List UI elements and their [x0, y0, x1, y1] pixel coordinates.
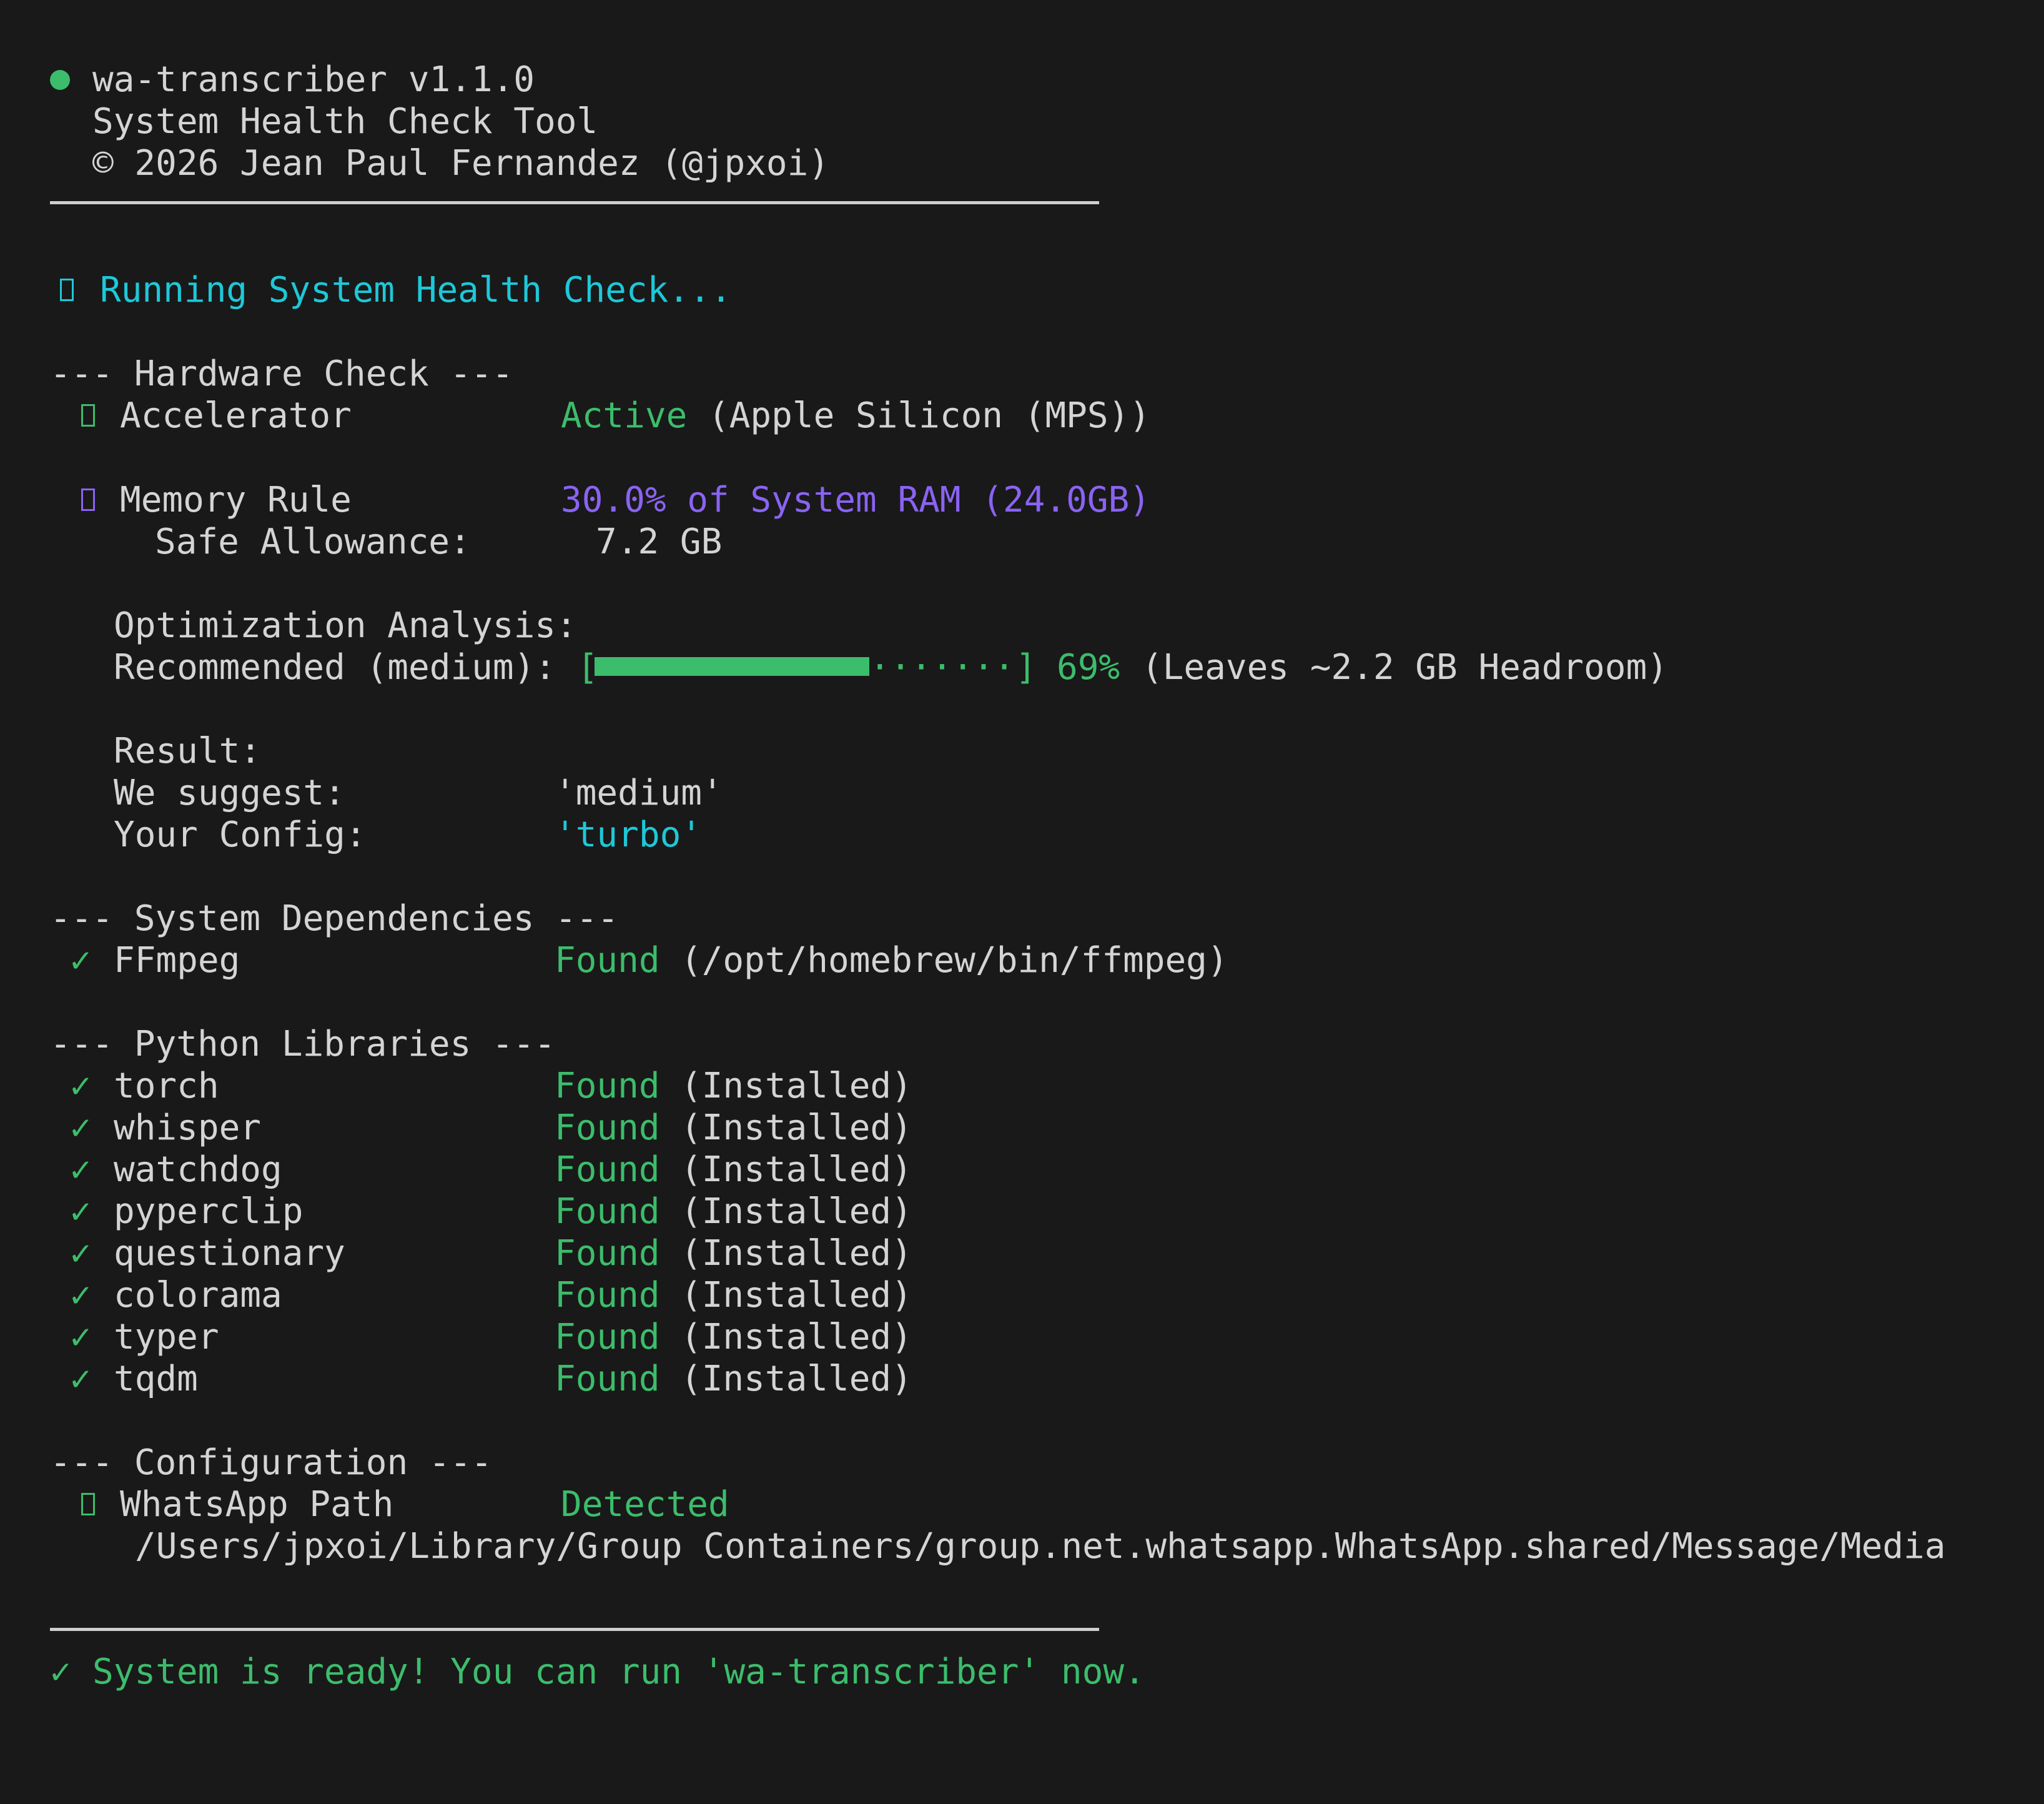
memory-value: 30.0% of System RAM (24.0GB): [561, 480, 1151, 520]
allowance-value: 7.2 GB: [596, 522, 723, 562]
accelerator-detail: (Apple Silicon (MPS)): [708, 395, 1151, 436]
library-status: Found: [555, 1066, 660, 1106]
recommended-progress-bar: [595, 657, 869, 676]
running-status: Running System Health Check...: [100, 270, 732, 310]
run-icon: [60, 279, 74, 301]
accelerator-label: Accelerator: [120, 395, 352, 436]
allowance-label: Safe Allowance:: [155, 522, 471, 562]
copyright: © 2026 Jean Paul Fernandez (@jpxoi): [92, 143, 830, 184]
check-icon: ✓: [70, 1275, 91, 1316]
top-divider: [50, 201, 1099, 204]
check-icon: ✓: [70, 1233, 91, 1274]
check-icon: ✓: [70, 1317, 91, 1357]
library-name: tqdm: [114, 1359, 198, 1399]
check-icon: ✓: [70, 1066, 91, 1106]
bar-dots: ·······: [869, 647, 1015, 688]
configuration-heading: --- Configuration ---: [50, 1442, 493, 1483]
recommended-label: Recommended (medium):: [114, 647, 556, 688]
check-icon: ✓: [70, 1359, 91, 1399]
library-detail: (Installed): [681, 1191, 912, 1232]
config-value: 'turbo': [555, 815, 703, 855]
library-detail: (Installed): [681, 1317, 912, 1357]
recommended-percent: 69%: [1057, 647, 1120, 688]
suggest-value: 'medium': [555, 773, 723, 813]
libraries-heading: --- Python Libraries ---: [50, 1024, 556, 1064]
footer-check-icon: ✓: [50, 1652, 71, 1692]
library-status: Found: [555, 1275, 660, 1316]
library-name: torch: [114, 1066, 219, 1106]
app-subtitle: System Health Check Tool: [92, 101, 598, 142]
whatsapp-status: Detected: [561, 1484, 729, 1525]
library-status: Found: [555, 1191, 660, 1232]
library-status: Found: [555, 1233, 660, 1274]
library-detail: (Installed): [681, 1149, 912, 1190]
app-title: wa-transcriber v1.1.0: [92, 59, 535, 100]
accelerator-icon: [81, 404, 95, 427]
config-label: Your Config:: [114, 815, 367, 855]
library-name: whisper: [114, 1108, 262, 1148]
recommended-note: (Leaves ~2.2 GB Headroom): [1142, 647, 1668, 688]
check-icon: ✓: [70, 940, 91, 981]
result-label: Result:: [114, 731, 262, 771]
library-detail: (Installed): [681, 1066, 912, 1106]
accelerator-status: Active: [561, 395, 688, 436]
library-name: colorama: [114, 1275, 282, 1316]
optimization-label: Optimization Analysis:: [114, 605, 577, 646]
library-name: questionary: [114, 1233, 345, 1274]
library-detail: (Installed): [681, 1359, 912, 1399]
library-status: Found: [555, 1108, 660, 1148]
bottom-divider: [50, 1628, 1099, 1631]
library-name: typer: [114, 1317, 219, 1357]
dependency-name: FFmpeg: [114, 940, 240, 981]
library-name: pyperclip: [114, 1191, 304, 1232]
check-icon: ✓: [70, 1149, 91, 1190]
dependency-detail: (/opt/homebrew/bin/ffmpeg): [681, 940, 1228, 981]
terminal-window: wa-transcriber v1.1.0 System Health Chec…: [0, 0, 2044, 1804]
library-name: watchdog: [114, 1149, 282, 1190]
suggest-label: We suggest:: [114, 773, 345, 813]
memory-label: Memory Rule: [120, 480, 352, 520]
check-icon: ✓: [70, 1108, 91, 1148]
library-detail: (Installed): [681, 1275, 912, 1316]
check-icon: ✓: [70, 1191, 91, 1232]
memory-icon: [81, 488, 95, 511]
ready-message: System is ready! You can run 'wa-transcr…: [92, 1652, 1145, 1692]
whatsapp-icon: [81, 1493, 95, 1515]
library-status: Found: [555, 1317, 660, 1357]
library-detail: (Installed): [681, 1233, 912, 1274]
bar-close: ]: [1015, 647, 1037, 688]
library-status: Found: [555, 1149, 660, 1190]
dependencies-heading: --- System Dependencies ---: [50, 898, 619, 939]
progress-fill: [595, 657, 869, 676]
whatsapp-label: WhatsApp Path: [120, 1484, 394, 1525]
whatsapp-path: /Users/jpxoi/Library/Group Containers/gr…: [135, 1526, 1946, 1567]
dependency-status: Found: [555, 940, 660, 981]
library-detail: (Installed): [681, 1108, 912, 1148]
hardware-heading: --- Hardware Check ---: [50, 354, 513, 394]
library-status: Found: [555, 1359, 660, 1399]
status-dot-icon: [50, 70, 70, 90]
